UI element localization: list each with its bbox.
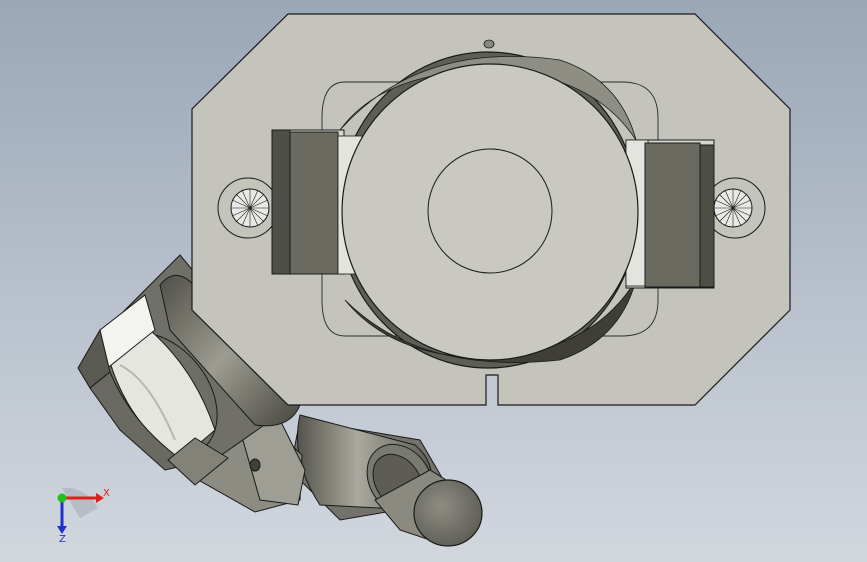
right-clamp-block (625, 139, 715, 289)
3d-viewport[interactable]: X Z (0, 0, 867, 562)
z-axis-label: Z (59, 534, 66, 545)
x-axis-label: X (103, 488, 110, 499)
plate-slot (485, 375, 499, 405)
center-disc (341, 63, 639, 361)
y-axis-point-icon (57, 493, 67, 503)
cad-model[interactable] (0, 0, 867, 562)
triad-plane-indicator (62, 487, 98, 518)
z-axis-arrow-icon (57, 526, 67, 534)
orientation-triad: X Z (57, 487, 110, 545)
